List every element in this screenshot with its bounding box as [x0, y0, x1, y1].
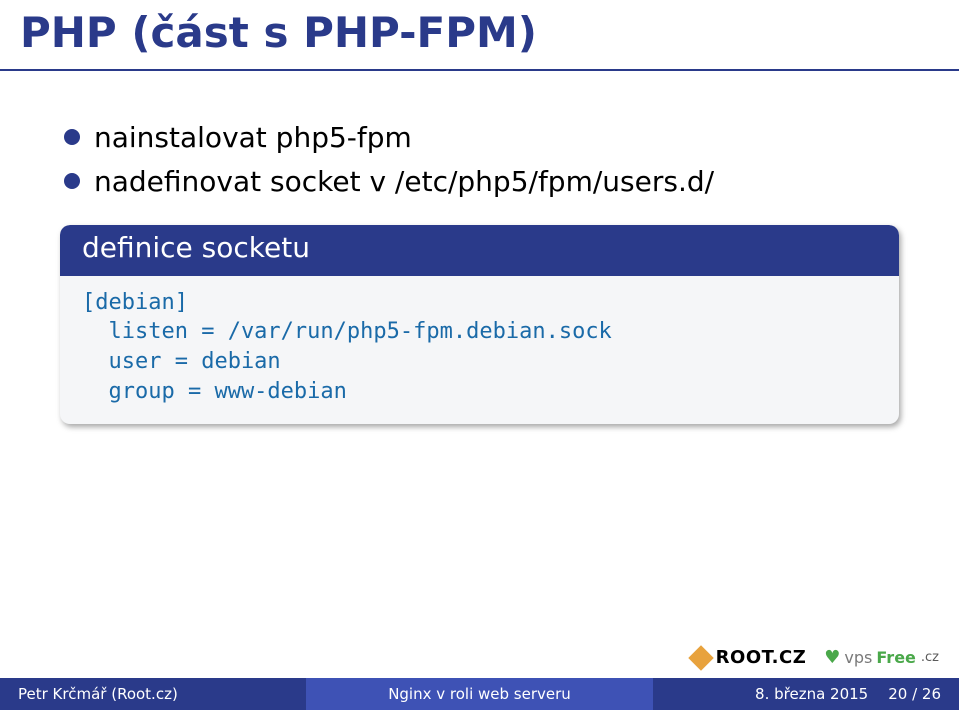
bullet-item: nadefinovat socket v /etc/php5/fpm/users…	[64, 163, 919, 201]
diamond-icon	[688, 645, 713, 670]
footer-date: 8. března 2015	[755, 685, 868, 703]
vpsfree-cz: .cz	[921, 650, 939, 665]
footer-meta-section: 8. března 2015 20 / 26	[653, 678, 959, 710]
code-block: definice socketu [debian] listen = /var/…	[60, 225, 899, 425]
slide: PHP (část s PHP-FPM) nainstalovat php5-f…	[0, 0, 959, 710]
footer-page: 20 / 26	[888, 685, 941, 703]
bullet-item: nainstalovat php5-fpm	[64, 119, 919, 157]
footer-bar: Petr Krčmář (Root.cz) Nginx v roli web s…	[0, 678, 959, 710]
slide-content: nainstalovat php5-fpm nadefinovat socket…	[0, 71, 959, 424]
vpsfree-logo: ♥ vpsFree .cz	[824, 647, 939, 668]
footer-author: Petr Krčmář (Root.cz)	[18, 685, 178, 703]
code-block-body: [debian] listen = /var/run/php5-fpm.debi…	[60, 276, 899, 425]
code-block-header: definice socketu	[60, 225, 899, 276]
title-bar: PHP (část s PHP-FPM)	[0, 0, 959, 71]
footer-title-section: Nginx v roli web serveru	[306, 678, 652, 710]
logo-bar: ROOT.CZ ♥ vpsFree .cz	[692, 647, 939, 668]
vpsfree-free: Free	[876, 648, 916, 667]
footer-presentation-title: Nginx v roli web serveru	[388, 685, 571, 703]
rootcz-text: ROOT.CZ	[716, 647, 807, 668]
slide-title: PHP (část s PHP-FPM)	[20, 8, 939, 57]
rootcz-logo: ROOT.CZ	[692, 647, 807, 668]
heart-icon: ♥	[824, 647, 840, 668]
bullet-list: nainstalovat php5-fpm nadefinovat socket…	[64, 119, 919, 201]
vpsfree-vps: vps	[844, 648, 872, 667]
footer-author-section: Petr Krčmář (Root.cz)	[0, 678, 306, 710]
